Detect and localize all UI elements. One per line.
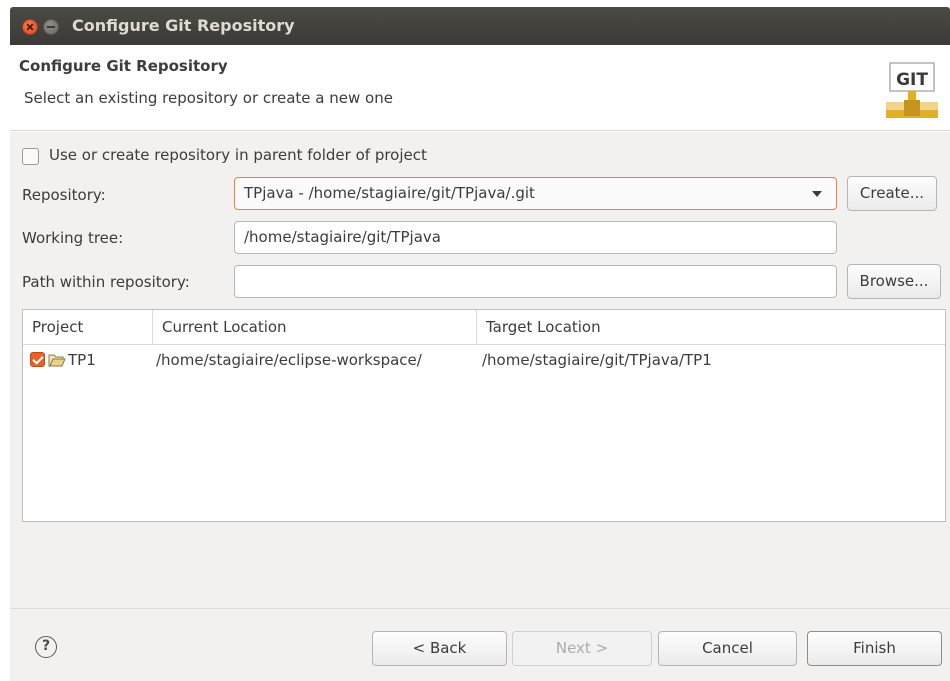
git-logo-text: GIT	[896, 70, 928, 90]
path-within-repository-field[interactable]	[234, 265, 837, 298]
working-tree-field[interactable]: /home/stagiaire/git/TPjava	[234, 221, 837, 254]
next-button[interactable]: Next >	[512, 631, 652, 666]
repository-label: Repository:	[22, 186, 106, 204]
window-close-button[interactable]	[22, 19, 38, 35]
finish-button[interactable]: Finish	[807, 631, 942, 666]
table-row[interactable]: TP1 /home/stagiaire/eclipse-workspace/ /…	[23, 345, 945, 375]
parent-folder-checkbox-label[interactable]: Use or create repository in parent folde…	[49, 146, 427, 164]
path-within-repository-label: Path within repository:	[22, 273, 190, 291]
repository-combo-value: TPjava - /home/stagiaire/git/TPjava/.git	[244, 184, 535, 202]
browse-button[interactable]: Browse...	[847, 264, 941, 299]
git-logo-icon: GIT	[886, 62, 938, 118]
project-name-cell: TP1	[68, 351, 96, 369]
wizard-content: Use or create repository in parent folde…	[10, 132, 950, 608]
chevron-down-icon[interactable]	[812, 191, 822, 197]
projects-table: Project Current Location Target Location…	[22, 309, 946, 522]
current-location-cell: /home/stagiaire/eclipse-workspace/	[156, 351, 422, 369]
target-location-cell: /home/stagiaire/git/TPjava/TP1	[482, 351, 712, 369]
wizard-footer: ? < Back Next > Cancel Finish	[10, 609, 950, 681]
repository-combo[interactable]: TPjava - /home/stagiaire/git/TPjava/.git	[234, 177, 837, 210]
window-title: Configure Git Repository	[72, 16, 295, 35]
table-header: Project Current Location Target Location	[23, 310, 945, 345]
parent-folder-checkbox[interactable]	[22, 148, 39, 165]
banner-title: Configure Git Repository	[19, 57, 228, 75]
wizard-banner: Configure Git Repository Select an exist…	[10, 45, 950, 131]
help-icon[interactable]: ?	[35, 636, 57, 658]
banner-description: Select an existing repository or create …	[24, 89, 393, 107]
column-header-target-location[interactable]: Target Location	[477, 310, 945, 345]
back-button[interactable]: < Back	[372, 631, 507, 666]
create-button[interactable]: Create...	[847, 176, 937, 211]
column-header-project[interactable]: Project	[23, 310, 153, 345]
cancel-button[interactable]: Cancel	[658, 631, 797, 666]
window-titlebar: Configure Git Repository	[10, 7, 950, 45]
working-tree-label: Working tree:	[22, 229, 124, 247]
open-folder-icon	[48, 354, 66, 367]
window-minimize-button[interactable]	[43, 19, 59, 35]
column-header-current-location[interactable]: Current Location	[153, 310, 477, 345]
project-checkbox[interactable]	[30, 352, 45, 367]
